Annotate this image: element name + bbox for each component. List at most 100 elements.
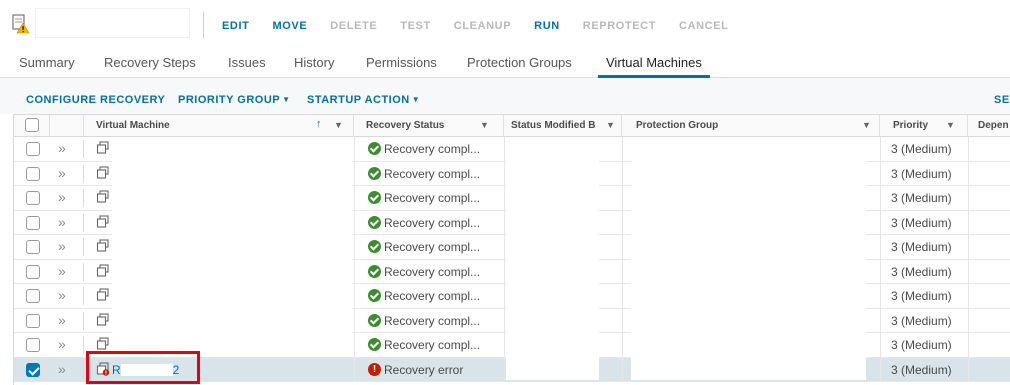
run-button[interactable]: RUN <box>534 20 560 32</box>
startup-action-button[interactable]: STARTUP ACTION ▼ <box>307 94 420 106</box>
row-checkbox[interactable] <box>26 338 40 352</box>
grid-toolbar: CONFIGURE RECOVERY PRIORITY GROUP ▼ START… <box>0 78 1010 114</box>
expand-row-icon[interactable]: » <box>58 336 66 352</box>
priority-group-button[interactable]: PRIORITY GROUP ▼ <box>178 94 291 106</box>
header-protection-group-label: Protection Group <box>636 120 719 131</box>
truncated-toolbar-button[interactable]: SE <box>994 94 1010 106</box>
row-checkbox[interactable] <box>26 362 40 377</box>
column-separator <box>504 357 505 381</box>
tab-protection-groups[interactable]: Protection Groups <box>467 55 572 70</box>
tab-issues[interactable]: Issues <box>228 55 266 70</box>
filter-icon[interactable]: ▼ <box>480 120 489 130</box>
vm-icon <box>96 165 109 179</box>
expand-row-icon[interactable]: » <box>58 263 66 279</box>
expand-row-icon[interactable]: » <box>58 238 66 254</box>
column-separator <box>83 360 84 379</box>
check-circle-icon <box>368 215 381 229</box>
header-status-modified[interactable]: Status Modified B ▼ <box>504 115 622 137</box>
expand-row-icon[interactable]: » <box>58 287 66 303</box>
filter-icon[interactable]: ▼ <box>334 120 343 130</box>
check-circle-icon <box>368 191 381 204</box>
tab-bar: Summary Recovery Steps Issues History Pe… <box>0 48 1010 78</box>
column-separator <box>504 137 505 161</box>
expand-row-icon[interactable]: » <box>58 165 66 181</box>
row-checkbox[interactable] <box>26 191 40 205</box>
priority-text: 3 (Medium) <box>891 362 952 377</box>
priority-group-label: PRIORITY GROUP <box>178 94 281 106</box>
check-circle-icon <box>368 166 381 180</box>
column-separator <box>880 308 881 332</box>
column-separator <box>622 259 623 283</box>
vm-icon <box>96 337 109 350</box>
header-priority[interactable]: Priority ▼ <box>880 115 968 137</box>
reprotect-button[interactable]: REPROTECT <box>583 20 656 32</box>
filter-icon[interactable]: ▼ <box>606 120 615 130</box>
column-separator <box>622 186 623 210</box>
tab-recovery-steps[interactable]: Recovery Steps <box>104 55 196 70</box>
sort-ascending-icon[interactable]: ↑ <box>316 118 322 130</box>
expand-row-icon[interactable]: » <box>58 361 66 377</box>
row-checkbox[interactable] <box>26 264 40 279</box>
header-status-modified-label: Status Modified B <box>511 120 596 131</box>
header-priority-label: Priority <box>893 120 929 131</box>
column-separator <box>968 284 969 308</box>
column-separator <box>622 161 623 185</box>
column-separator <box>968 210 969 234</box>
column-separator <box>622 235 623 259</box>
test-button[interactable]: TEST <box>400 20 431 32</box>
check-circle-icon <box>368 264 381 278</box>
expand-row-icon[interactable]: » <box>58 140 66 156</box>
column-separator <box>504 210 505 234</box>
row-checkbox[interactable] <box>26 240 40 254</box>
column-separator <box>622 137 623 161</box>
column-separator <box>83 311 84 330</box>
header-recovery-status[interactable]: Recovery Status ▼ <box>354 115 504 137</box>
virtual-machines-grid: Virtual Machine ↑ ▼ Recovery Status ▼ St… <box>13 114 1010 385</box>
tab-permissions[interactable]: Permissions <box>366 55 437 70</box>
error-icon: ! <box>368 362 381 376</box>
header-dependencies[interactable]: Depen <box>968 115 1010 137</box>
filter-icon[interactable]: ▼ <box>946 120 955 130</box>
header-protection-group[interactable]: Protection Group ▼ <box>622 115 880 137</box>
row-checkbox[interactable] <box>26 142 40 156</box>
expand-row-icon[interactable]: » <box>58 189 66 205</box>
plan-actions: EDIT MOVE DELETE TEST CLEANUP RUN REPROT… <box>222 20 751 32</box>
header-virtual-machine[interactable]: Virtual Machine ↑ ▼ <box>84 115 354 137</box>
column-separator <box>968 137 969 161</box>
header-select-all-cell <box>14 115 50 137</box>
column-separator <box>83 140 84 158</box>
recovery-plan-warning-icon <box>12 14 30 34</box>
chevron-down-icon: ▼ <box>282 95 291 104</box>
tab-history[interactable]: History <box>294 55 334 70</box>
column-separator <box>504 186 505 210</box>
row-checkbox[interactable] <box>26 289 40 303</box>
tab-summary[interactable]: Summary <box>19 55 75 70</box>
column-separator <box>880 259 881 283</box>
filter-icon[interactable]: ▼ <box>862 120 871 130</box>
column-separator <box>968 161 969 185</box>
column-separator <box>880 210 881 234</box>
column-separator <box>83 262 84 281</box>
select-all-checkbox[interactable] <box>25 118 39 132</box>
cleanup-button[interactable]: CLEANUP <box>454 20 511 32</box>
delete-button[interactable]: DELETE <box>330 20 377 32</box>
column-separator <box>622 308 623 332</box>
row-checkbox[interactable] <box>26 215 40 230</box>
expand-row-icon[interactable]: » <box>58 214 66 230</box>
vm-icon <box>96 288 109 301</box>
cancel-button[interactable]: CANCEL <box>679 20 728 32</box>
column-separator <box>968 259 969 283</box>
expand-row-icon[interactable]: » <box>58 312 66 328</box>
column-separator <box>354 357 355 381</box>
tab-virtual-machines[interactable]: Virtual Machines <box>606 55 702 70</box>
column-separator <box>622 210 623 234</box>
vm-name-redacted <box>112 137 352 357</box>
row-checkbox[interactable] <box>26 313 40 328</box>
edit-button[interactable]: EDIT <box>222 20 249 32</box>
header-vm-label: Virtual Machine <box>96 120 170 131</box>
row-checkbox[interactable] <box>26 166 40 181</box>
top-toolbar: EDIT MOVE DELETE TEST CLEANUP RUN REPROT… <box>0 0 1010 50</box>
column-separator <box>880 137 881 161</box>
configure-recovery-button[interactable]: CONFIGURE RECOVERY <box>26 94 165 106</box>
move-button[interactable]: MOVE <box>272 20 307 32</box>
